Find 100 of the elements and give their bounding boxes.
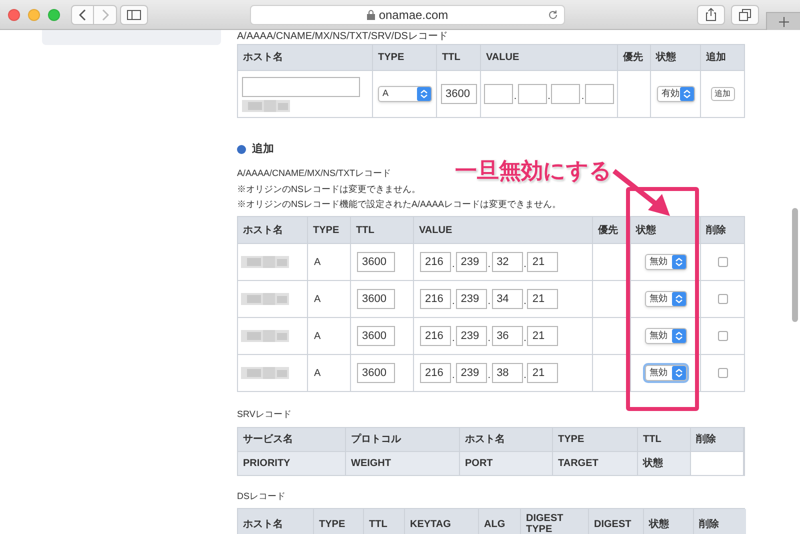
column-header: 状態 <box>631 217 700 243</box>
ip-octet-field[interactable] <box>518 84 547 104</box>
delete-checkbox[interactable] <box>718 257 728 267</box>
dot-separator: . <box>524 297 526 307</box>
ip-octet-field[interactable]: 216 <box>420 363 451 383</box>
status-select[interactable]: 無効 <box>644 254 686 270</box>
ip-octet-field[interactable]: 239 <box>456 326 487 346</box>
ip-octet-field[interactable]: 36 <box>492 326 523 346</box>
ip-octet-field[interactable]: 21 <box>527 252 558 272</box>
dot-separator: . <box>452 334 455 344</box>
ip-octet-field[interactable] <box>551 84 580 104</box>
redacted-text <box>241 330 289 342</box>
dot-separator: . <box>488 297 491 307</box>
column-header: 削除 <box>694 509 746 534</box>
status-select[interactable]: A <box>378 86 432 102</box>
ip-octet-field[interactable] <box>484 84 513 104</box>
dot-separator: . <box>548 92 550 102</box>
ip-octet-field[interactable]: 239 <box>456 289 487 309</box>
new-tab-button[interactable] <box>766 12 800 30</box>
maximize-button[interactable] <box>48 8 60 20</box>
column-header: TTL <box>437 45 480 70</box>
host-name-field[interactable] <box>242 76 360 96</box>
plus-icon <box>778 16 788 26</box>
stepper-icon <box>672 366 686 380</box>
redacted-text <box>241 293 289 305</box>
minimize-button[interactable] <box>28 8 40 20</box>
dot-separator: . <box>524 334 526 344</box>
stepper-icon <box>672 255 686 269</box>
column-header: DIGEST <box>589 509 643 534</box>
ip-octet-field[interactable]: 239 <box>456 252 487 272</box>
column-header: 追加 <box>701 45 744 70</box>
status-select[interactable]: 無効 <box>644 365 686 381</box>
column-header: ホスト名 <box>460 428 552 451</box>
address-bar[interactable]: onamae.com <box>250 4 565 24</box>
sidebar-button[interactable] <box>120 4 148 24</box>
share-icon <box>706 8 716 21</box>
dot-separator: . <box>524 371 526 381</box>
ttl-field[interactable]: 3600 <box>357 289 395 309</box>
dot-separator: . <box>452 260 455 270</box>
ip-octet-field[interactable]: 216 <box>420 252 451 272</box>
tabs-button[interactable] <box>731 4 759 24</box>
column-header: 優先 <box>618 45 650 70</box>
column-header: ALG <box>479 509 520 534</box>
dot-separator: . <box>514 92 517 102</box>
column-header: プロトコル <box>346 428 459 451</box>
dot-separator: . <box>488 371 491 381</box>
column-header: KEYTAG <box>405 509 478 534</box>
ip-octet-field[interactable] <box>585 84 614 104</box>
delete-checkbox[interactable] <box>718 331 728 341</box>
ttl-field[interactable]: 3600 <box>357 363 395 383</box>
ip-octet-field[interactable]: 21 <box>527 326 558 346</box>
redacted-text <box>241 256 289 268</box>
status-select[interactable]: 有効 <box>656 86 694 102</box>
ip-octet-field[interactable]: 21 <box>527 363 558 383</box>
ip-octet-field[interactable]: 38 <box>492 363 523 383</box>
ttl-field[interactable]: 3600 <box>357 252 395 272</box>
section-heading: SRVレコード <box>237 408 292 421</box>
dot-separator: . <box>452 371 455 381</box>
ttl-field[interactable]: 3600 <box>357 326 395 346</box>
stepper-icon <box>416 87 430 101</box>
back-icon <box>78 8 86 20</box>
ip-octet-field[interactable]: 216 <box>420 326 451 346</box>
column-header: TTL <box>364 509 404 534</box>
column-header: ホスト名 <box>238 509 313 534</box>
column-header: TYPE <box>308 217 350 243</box>
stepper-icon <box>680 87 694 101</box>
table-cell: A <box>308 244 350 280</box>
annotation-arrow <box>612 169 670 216</box>
status-select[interactable]: 無効 <box>644 328 686 344</box>
table-cell: A <box>308 318 350 354</box>
delete-checkbox[interactable] <box>718 368 728 378</box>
column-header: ホスト名 <box>238 45 372 70</box>
ip-octet-field[interactable]: 21 <box>527 289 558 309</box>
annotation-text: 一旦無効にする <box>455 157 612 185</box>
column-header: VALUE <box>414 217 592 243</box>
delete-checkbox[interactable] <box>718 294 728 304</box>
table-cell: A <box>308 281 350 317</box>
bullet-icon <box>237 144 246 154</box>
share-button[interactable] <box>697 4 725 24</box>
section-title: 追加 <box>252 142 274 157</box>
redacted-text <box>242 100 290 112</box>
stepper-icon <box>672 292 686 306</box>
ip-octet-field[interactable]: 239 <box>456 363 487 383</box>
reload-icon <box>548 10 558 20</box>
ip-octet-field[interactable]: 34 <box>492 289 523 309</box>
column-header: PORT <box>460 452 552 475</box>
close-button[interactable] <box>8 8 20 20</box>
column-header: 状態 <box>638 452 690 475</box>
add-button[interactable]: 追加 <box>710 87 734 101</box>
column-header: 削除 <box>701 217 744 243</box>
ip-octet-field[interactable]: 32 <box>492 252 523 272</box>
scrollbar-thumb[interactable] <box>792 208 798 322</box>
section-heading: A/AAAA/CNAME/MX/NS/TXT/SRV/DSレコード <box>237 31 448 43</box>
ip-octet-field[interactable]: 216 <box>420 289 451 309</box>
note-text: ※オリジンのNSレコード機能で設定されたA/AAAAレコードは変更できません。 <box>237 198 562 211</box>
tabs-icon <box>739 8 751 20</box>
ttl-field[interactable]: 3600 <box>440 84 476 104</box>
column-header: TYPE <box>553 428 637 451</box>
status-select[interactable]: 無効 <box>644 291 686 307</box>
redacted-text <box>241 367 289 379</box>
